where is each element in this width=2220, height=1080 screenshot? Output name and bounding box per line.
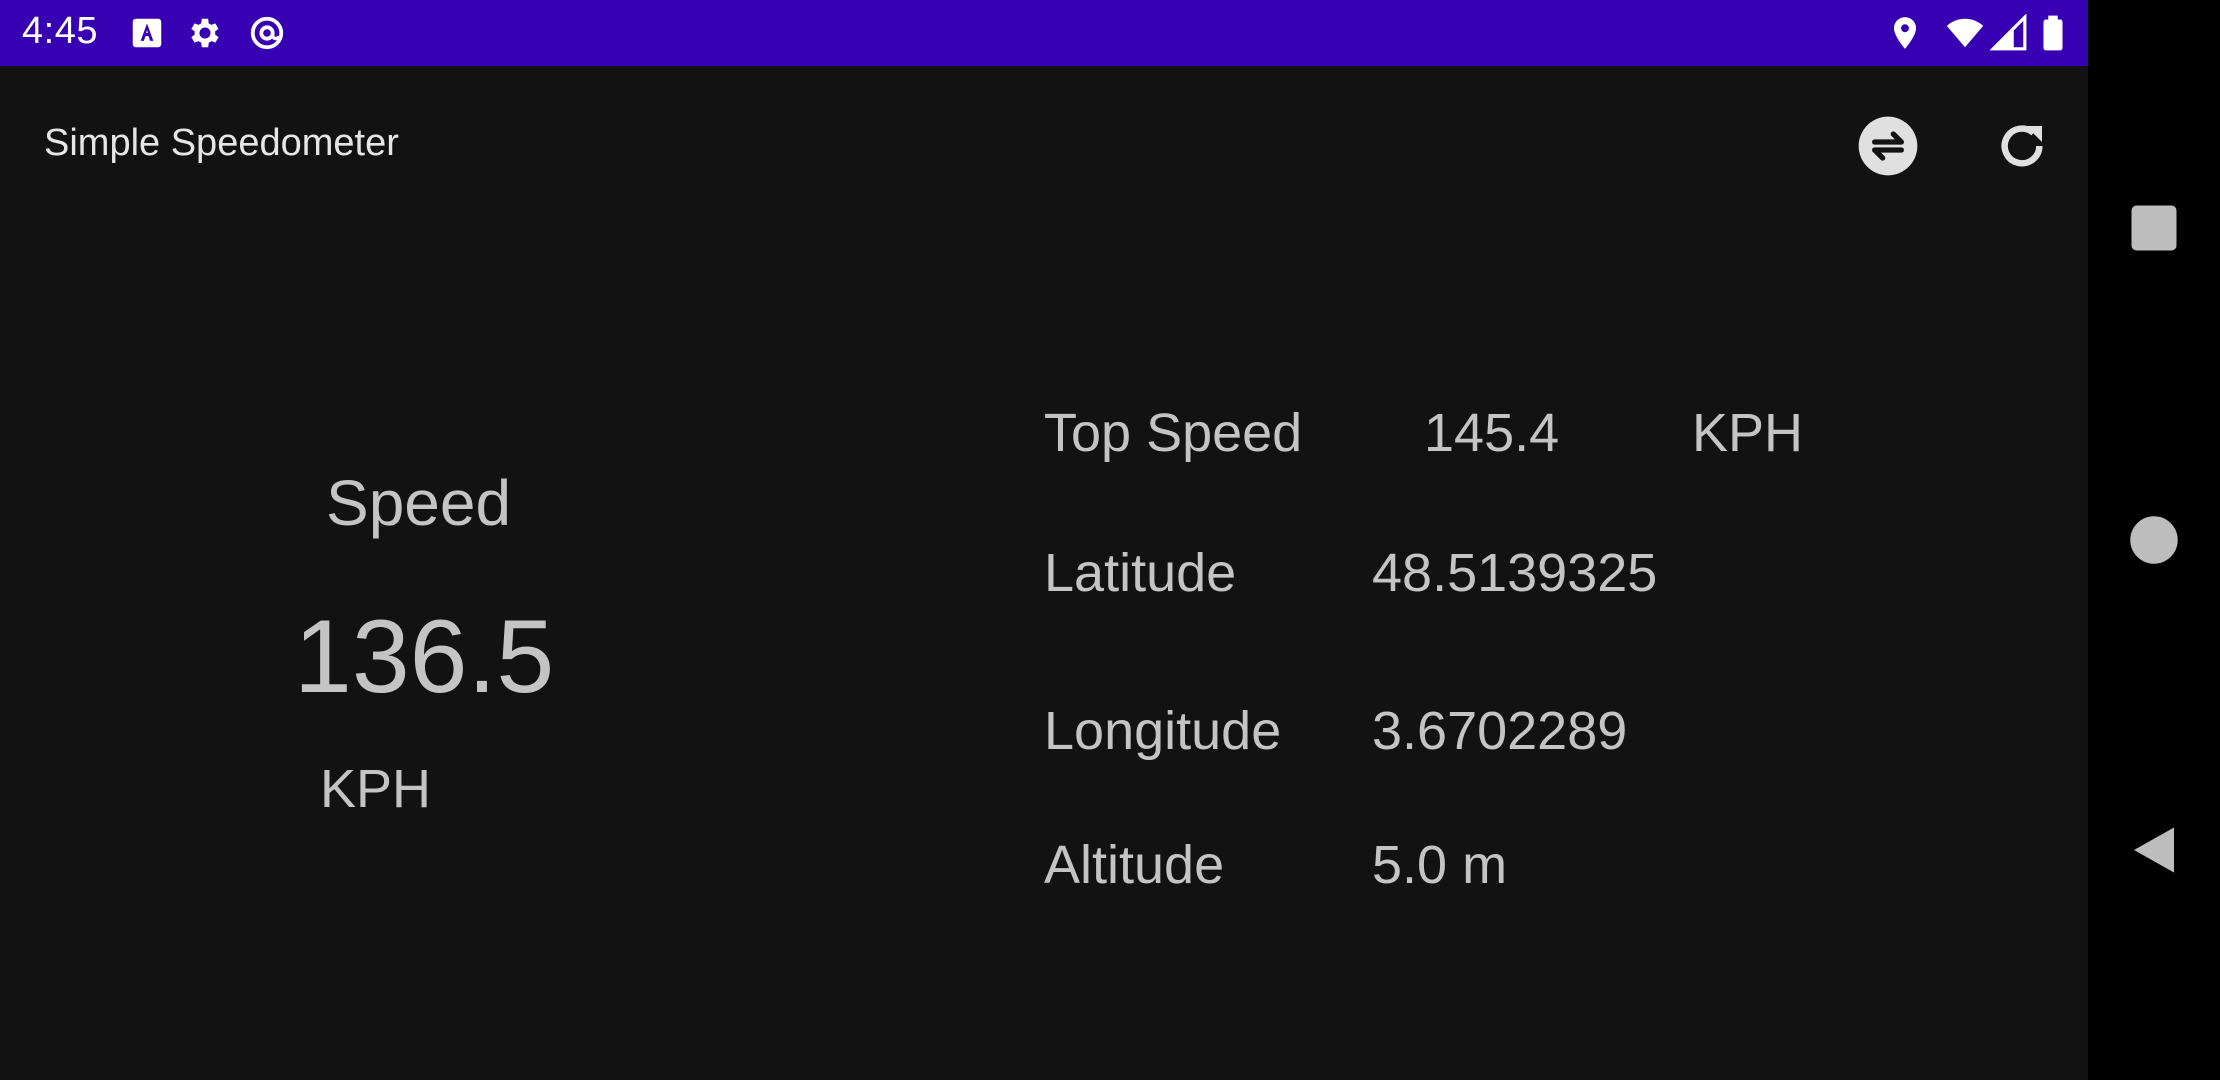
longitude-label: Longitude [1044,701,1282,761]
battery-icon [2043,15,2063,51]
swap-units-icon [1858,116,1918,176]
latitude-label: Latitude [1044,543,1237,603]
app-content: Simple Speedometer Speed 136.5 KPH Top S… [0,66,2088,1080]
top-speed-label: Top Speed [1044,403,1303,463]
speed-value: 136.5 [294,599,555,715]
speed-label: Speed [326,467,512,539]
navigation-bar [2088,0,2220,1080]
home-button[interactable] [2124,510,2184,570]
latitude-value: 48.5139325 [1372,543,1658,603]
refresh-button[interactable] [1990,114,2054,178]
speed-unit: KPH [320,759,432,819]
refresh-icon [2001,125,2043,167]
altitude-label: Altitude [1044,835,1225,895]
top-speed-value: 145.4 [1424,403,1560,463]
wifi-icon [1946,18,1984,48]
recents-button[interactable] [2124,198,2184,258]
device-screen: 4:45 Simple Speedometer Speed 136.5 KPH … [0,0,2220,1080]
longitude-value: 3.6702289 [1372,701,1628,761]
location-pin-icon [1893,17,1917,49]
settings-gear-icon [191,18,219,48]
back-triangle-icon [2134,827,2174,873]
at-sign-icon [250,16,284,50]
cell-signal-icon [1990,14,2027,51]
swap-units-button[interactable] [1856,114,1920,178]
top-speed-unit: KPH [1692,403,1804,463]
status-time: 4:45 [22,10,98,52]
home-circle-icon [2130,516,2178,564]
altitude-value: 5.0 m [1372,835,1508,895]
font-download-icon [132,18,162,48]
recents-square-icon [2131,205,2177,251]
app-title: Simple Speedometer [44,122,399,164]
status-bar: 4:45 [0,0,2088,66]
back-button[interactable] [2124,820,2184,880]
